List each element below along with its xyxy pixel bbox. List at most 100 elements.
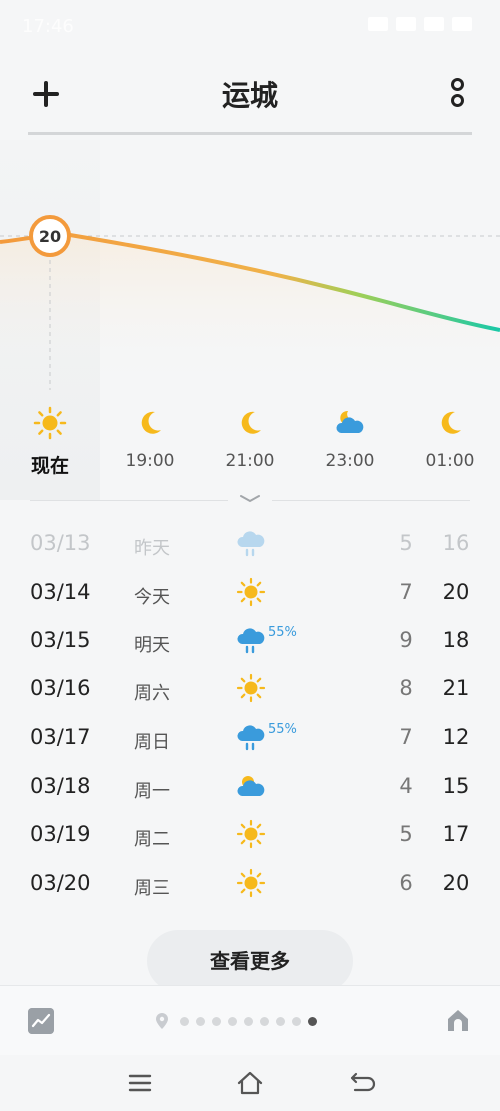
see-more-button[interactable]: 查看更多 [147,930,353,992]
daily-row-0318[interactable]: 03/18 周一 4 15 [0,765,500,813]
daily-row-0313[interactable]: 03/13 昨天 5 16 [0,522,500,570]
day-weekday: 周三 [134,878,170,899]
daily-row-0320[interactable]: 03/20 周三 6 20 [0,862,500,910]
trend-chart-icon[interactable] [28,1008,54,1034]
day-high-temp: 21 [442,676,470,700]
hour-label: 21:00 [225,451,275,471]
day-low-temp: 9 [399,628,413,652]
sun-icon [236,819,266,849]
home-icon[interactable] [235,1069,265,1097]
day-high-temp: 20 [442,871,470,895]
bluetooth-icon [368,17,388,31]
hour-column-0100[interactable]: 01:00 [400,405,500,471]
page-dot[interactable] [276,1016,285,1026]
status-icons [368,17,472,31]
day-date: 03/18 [30,774,91,798]
sun-icon [236,577,266,607]
day-date: 03/19 [30,822,91,846]
page-dot[interactable] [308,1016,317,1026]
moon-icon [441,411,461,434]
day-date: 03/14 [30,580,91,604]
day-low-temp: 5 [399,531,413,555]
signal-icon [396,17,416,31]
footer-bar [0,985,500,1056]
header-divider [28,132,472,135]
system-nav-bar [0,1055,500,1111]
precip-chance: 55% [268,625,297,640]
day-low-temp: 5 [399,822,413,846]
day-low-temp: 8 [399,676,413,700]
more-options-button[interactable] [448,78,464,112]
hour-column-now[interactable]: 现在 [0,405,100,478]
daily-row-0317[interactable]: 03/17 周日 55% 7 12 [0,716,500,764]
day-date: 03/17 [30,725,91,749]
precip-chance: 55% [268,722,297,737]
day-high-temp: 12 [442,725,470,749]
hour-column-2100[interactable]: 21:00 [200,405,300,471]
day-high-temp: 16 [442,531,470,555]
home-city-icon[interactable] [444,1006,472,1034]
day-date: 03/20 [30,871,91,895]
page-dot[interactable] [244,1016,253,1026]
hour-column-2300[interactable]: 23:00 [300,405,400,471]
page-dot[interactable] [292,1016,301,1026]
day-high-temp: 20 [442,580,470,604]
daily-row-0319[interactable]: 03/19 周二 5 17 [0,813,500,861]
day-date: 03/15 [30,628,91,652]
current-temp-label: 20 [39,227,61,246]
back-icon[interactable] [347,1069,377,1097]
day-high-temp: 15 [442,774,470,798]
day-high-temp: 17 [442,822,470,846]
hour-label: 01:00 [425,451,475,471]
hour-label: 19:00 [125,451,175,471]
page-dot[interactable] [196,1016,205,1026]
day-low-temp: 7 [399,725,413,749]
header: 运城 [0,56,500,136]
temperature-curve-chart: 20 [0,215,500,390]
page-dot[interactable] [228,1016,237,1026]
day-low-temp: 4 [399,774,413,798]
day-date: 03/13 [30,531,91,555]
hour-column-1900[interactable]: 19:00 [100,405,200,471]
location-pin-icon [156,1013,168,1029]
page-dot[interactable] [260,1016,269,1026]
menu-icon[interactable] [125,1069,155,1097]
rain-cloud-icon [237,531,265,557]
day-weekday: 周六 [134,683,170,704]
status-time: 17:46 [22,16,74,37]
day-weekday: 周二 [134,829,170,850]
battery-icon [452,17,472,31]
page-dot[interactable] [180,1016,189,1026]
day-weekday: 周日 [134,732,170,753]
day-date: 03/16 [30,676,91,700]
sun-icon [33,406,67,440]
daily-row-0315[interactable]: 03/15 明天 55% 9 18 [0,619,500,667]
page-dot[interactable] [212,1016,221,1026]
chevron-down-icon[interactable] [238,493,262,503]
hour-label: 23:00 [325,451,375,471]
rain-cloud-icon [237,725,265,751]
day-low-temp: 7 [399,580,413,604]
city-title: 运城 [221,79,278,112]
wifi-icon [424,17,444,31]
daily-row-0316[interactable]: 03/16 周六 8 21 [0,667,500,715]
day-weekday: 明天 [134,635,170,656]
sun-icon [236,868,266,898]
day-weekday: 今天 [134,587,170,608]
rain-cloud-icon [237,628,265,654]
daily-row-0314[interactable]: 03/14 今天 7 20 [0,571,500,619]
moon-icon [241,411,261,434]
city-page-indicator[interactable] [155,1012,317,1030]
hour-label: 现在 [30,455,69,477]
status-bar: 17:46 [0,0,500,56]
moon-cloud-icon [336,410,364,433]
moon-icon [141,411,161,434]
sun-cloud-icon [237,776,265,796]
day-high-temp: 18 [442,628,470,652]
day-weekday: 周一 [134,781,170,802]
day-low-temp: 6 [399,871,413,895]
hourly-collapse-separator [0,490,500,504]
sun-icon [236,673,266,703]
hourly-forecast[interactable]: 20 现在 19:00 21:00 23:00 01:00 [0,140,500,500]
day-weekday: 昨天 [134,538,170,559]
